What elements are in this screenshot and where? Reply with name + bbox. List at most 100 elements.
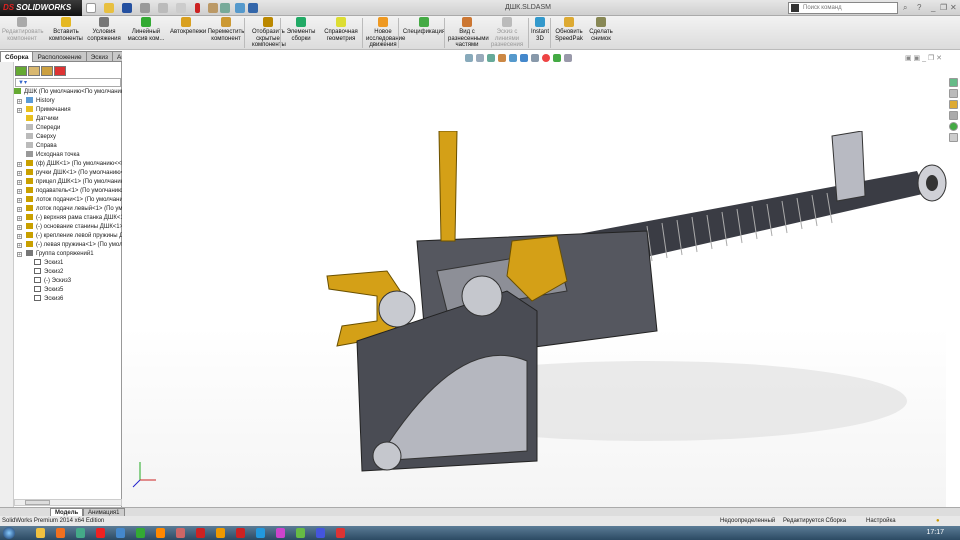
rebuild-status-icon[interactable]: ● — [936, 516, 940, 526]
section-view-icon[interactable] — [498, 54, 506, 62]
expand-icon[interactable]: + — [17, 108, 22, 114]
expand-icon[interactable]: + — [17, 99, 22, 105]
ribbon-button-11[interactable]: Вид с разнесенными частями — [448, 17, 489, 49]
tree-item[interactable]: + Группа сопряжений1 — [14, 250, 122, 259]
expand-icon[interactable]: + — [17, 162, 22, 168]
taskbar-app-icon[interactable] — [296, 528, 305, 538]
ribbon-button-4[interactable]: Автокрепежи — [170, 17, 206, 36]
ribbon-button-2[interactable]: Условия сопряжения — [86, 17, 122, 42]
tree-item[interactable]: + ручки ДШК<1> (По умолчанию< — [14, 169, 122, 178]
refresh-icon[interactable] — [235, 3, 245, 13]
design-library-icon[interactable] — [948, 89, 958, 98]
restore-icon[interactable]: ❐ — [940, 3, 947, 12]
taskbar-app-icon[interactable] — [236, 528, 245, 538]
view-palette-icon[interactable] — [948, 111, 958, 120]
pin-icon[interactable] — [248, 3, 258, 13]
ribbon-button-13[interactable]: Instant 3D — [530, 17, 550, 42]
tree-item[interactable]: + (-) основание станины ДШК<1> — [14, 223, 122, 232]
units-settings[interactable]: Настройка — [866, 516, 896, 526]
taskbar-app-icon[interactable] — [336, 528, 345, 538]
zoom-to-area-icon[interactable] — [476, 54, 484, 62]
select-icon[interactable] — [176, 3, 186, 13]
search-icon[interactable]: ⌕ — [903, 3, 907, 13]
file-properties-icon[interactable] — [208, 3, 218, 13]
viewport-window-controls[interactable]: ▣ ▣ _ ❐ ✕ — [905, 54, 942, 62]
new-document-icon[interactable] — [86, 3, 96, 13]
ribbon-button-14[interactable]: Обновить SpeedPak — [554, 17, 584, 42]
search-commands-input[interactable]: Поиск команд — [788, 2, 898, 14]
taskbar-app-icon[interactable] — [76, 528, 85, 538]
expand-icon[interactable]: + — [17, 207, 22, 213]
taskbar-app-icon[interactable] — [36, 528, 45, 538]
custom-properties-icon[interactable] — [948, 133, 958, 142]
tree-item-sketch[interactable]: Эскиз6 — [14, 295, 122, 304]
property-manager-tab-icon[interactable] — [28, 66, 40, 76]
taskbar-clock[interactable]: 17:17 — [926, 529, 944, 536]
ribbon-button-3[interactable]: Линейный массив ком... — [126, 17, 166, 42]
save-icon[interactable] — [122, 3, 132, 13]
ribbon-button-1[interactable]: Вставить компоненты — [48, 17, 84, 42]
taskbar-app-icon[interactable] — [176, 528, 185, 538]
resources-icon[interactable] — [948, 78, 958, 87]
display-manager-tab-icon[interactable] — [54, 66, 66, 76]
taskbar-app-icon[interactable] — [116, 528, 125, 538]
print-icon[interactable] — [140, 3, 150, 13]
tree-horizontal-scrollbar[interactable] — [14, 499, 122, 506]
expand-icon[interactable]: + — [17, 171, 22, 177]
tree-item[interactable]: + (-) левая пружина<1> (По умолч — [14, 241, 122, 250]
open-icon[interactable] — [104, 3, 114, 13]
appearances-icon[interactable] — [948, 122, 958, 131]
feature-manager-tab-icon[interactable] — [15, 66, 27, 76]
tree-item[interactable]: + (ф) ДШК<1> (По умолчанию<<П — [14, 160, 122, 169]
taskbar-app-icon[interactable] — [316, 528, 325, 538]
taskbar-app-icon[interactable] — [256, 528, 265, 538]
tree-item[interactable]: + прицел ДШК<1> (По умолчанию — [14, 178, 122, 187]
ribbon-button-10[interactable]: Спецификация — [402, 17, 446, 36]
expand-icon[interactable]: + — [17, 189, 22, 195]
tab-1[interactable]: Расположение — [32, 51, 87, 62]
minimize-icon[interactable]: _ — [931, 3, 935, 12]
ribbon-button-7[interactable]: Элементы сборки — [286, 17, 316, 42]
rebuild-icon[interactable] — [195, 3, 200, 13]
expand-icon[interactable]: + — [17, 243, 22, 249]
hide-show-items-icon[interactable] — [531, 54, 539, 62]
file-explorer-icon[interactable] — [948, 100, 958, 109]
expand-icon[interactable]: + — [17, 198, 22, 204]
assembly-3d-model[interactable] — [317, 131, 960, 491]
tree-filter[interactable]: ▼▾ — [15, 78, 121, 87]
expand-icon[interactable]: + — [17, 180, 22, 186]
undo-icon[interactable] — [158, 3, 168, 13]
solidworks-logo[interactable]: DS SOLIDWORKS — [0, 0, 82, 16]
view-orientation-icon[interactable] — [509, 54, 517, 62]
tree-item[interactable]: Исходная точка — [14, 151, 122, 160]
apply-scene-icon[interactable] — [553, 54, 561, 62]
start-button[interactable] — [3, 527, 15, 539]
ribbon-button-15[interactable]: Сделать снимок — [588, 17, 614, 42]
ribbon-button-5[interactable]: Переместить компонент — [206, 17, 246, 42]
taskbar-app-icon[interactable] — [216, 528, 225, 538]
expand-icon[interactable]: + — [17, 225, 22, 231]
tree-item[interactable]: + подаватель<1> (По умолчанию- — [14, 187, 122, 196]
expand-icon[interactable]: + — [17, 234, 22, 240]
view-settings-icon[interactable] — [564, 54, 572, 62]
previous-view-icon[interactable] — [487, 54, 495, 62]
taskbar-app-icon[interactable] — [56, 528, 65, 538]
expand-icon[interactable]: + — [17, 252, 22, 258]
tree-item[interactable]: + History — [14, 97, 122, 106]
tree-item-sketch[interactable]: Эскиз2 — [14, 268, 122, 277]
zoom-to-fit-icon[interactable] — [465, 54, 473, 62]
tree-item[interactable]: + Примечания — [14, 106, 122, 115]
configuration-manager-tab-icon[interactable] — [41, 66, 53, 76]
taskbar-app-icon[interactable] — [276, 528, 285, 538]
tab-0[interactable]: Сборка — [0, 51, 34, 62]
tree-item[interactable]: Датчики — [14, 115, 122, 124]
options-icon[interactable] — [220, 3, 230, 13]
tree-item[interactable]: Справа — [14, 142, 122, 151]
taskbar-app-icon[interactable] — [136, 528, 145, 538]
tree-item[interactable]: + лоток подачи левый<1> (По умо — [14, 205, 122, 214]
ribbon-button-12[interactable]: Эскиз с линиями разнесения — [488, 17, 526, 49]
tree-item-sketch[interactable]: Эскиз1 — [14, 259, 122, 268]
taskbar-app-icon[interactable] — [156, 528, 165, 538]
tree-item-sketch[interactable]: (-) Эскиз3 — [14, 277, 122, 286]
tree-item[interactable]: + лоток подачи<1> (По умолчани — [14, 196, 122, 205]
